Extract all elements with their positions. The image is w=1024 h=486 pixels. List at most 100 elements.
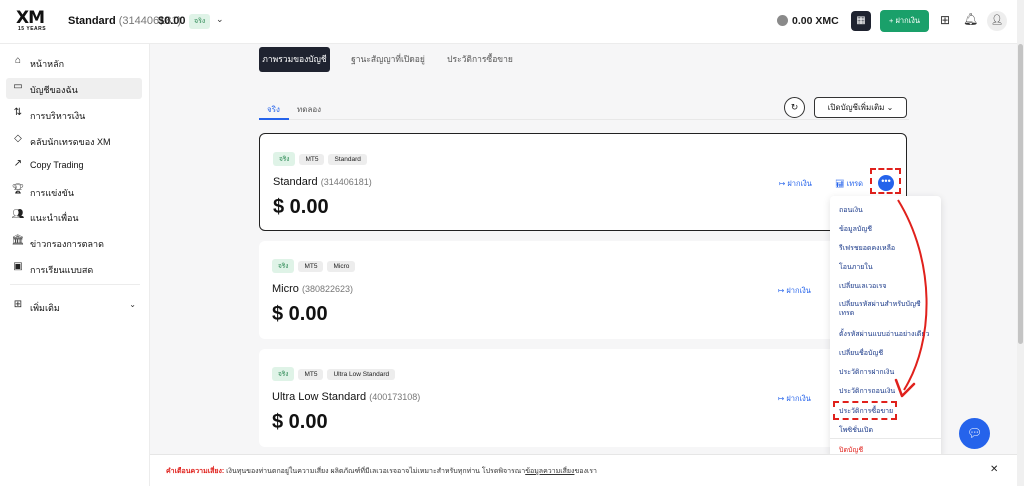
account-name: Micro (380822623)	[272, 283, 353, 295]
close-icon[interactable]: ✕	[990, 464, 998, 475]
risk-warning-suffix: ของเรา	[574, 468, 597, 475]
sidebar-item-competitions[interactable]: 🏆︎ การแข่งขัน	[6, 181, 142, 202]
sidebar-item-home[interactable]: ⌂ หน้าหลัก	[6, 52, 142, 73]
tab-trade-history[interactable]: ประวัติการซื้อขาย	[445, 47, 515, 72]
user-avatar[interactable]: 👤︎	[987, 11, 1007, 31]
home-icon: ⌂	[14, 55, 22, 66]
tag-platform: MT5	[298, 261, 324, 272]
grid-icon: ⊞	[13, 299, 23, 310]
refresh-button[interactable]: ↻	[784, 97, 805, 118]
sidebar-item-label: การแข่งขัน	[30, 188, 74, 198]
users-icon: 👥︎	[11, 209, 25, 220]
tag-account-type: Micro	[327, 261, 356, 272]
account-tags: จริง MT5 Standard	[273, 152, 371, 166]
account-card[interactable]: จริง MT5 Standard Standard (314406181) $ 0…	[259, 133, 907, 231]
account-balance: $ 0.00	[272, 411, 328, 433]
bank-icon: 🏛︎	[11, 235, 25, 246]
account-balance: $ 0.00	[272, 303, 328, 325]
account-number: (380822623)	[301, 284, 353, 294]
sidebar-item-label: ข่าวกรองการตลาด	[30, 239, 104, 249]
tag-real: จริง	[272, 367, 295, 381]
account-name: Ultra Low Standard (400173108)	[272, 391, 420, 403]
top-bar: XM 15 YEARS Standard (314406181) $0.00 จ…	[0, 0, 1017, 44]
sidebar-item-money-management[interactable]: ⇅ การบริหารเงิน	[6, 104, 142, 125]
sidebar-item-label: คลับนักเทรดของ XM	[30, 137, 111, 147]
sidebar-item-refer-friend[interactable]: 👥︎ แนะนำเพื่อน	[6, 206, 142, 227]
account-card[interactable]: จริง MT5 Ultra Low Standard Ultra Low Stan…	[259, 349, 907, 447]
xm-logo[interactable]: XM 15 YEARS	[16, 8, 50, 34]
deposit-label: ฝากเงิน	[786, 394, 811, 403]
open-additional-account-button[interactable]: เปิดบัญชีเพิ่มเติม ⌄	[814, 97, 907, 118]
risk-info-link[interactable]: ข้อมูลความเสี่ยง	[525, 468, 574, 475]
apps-grid-icon[interactable]: ⊞	[940, 13, 950, 27]
annotation-arrow-line	[897, 199, 928, 391]
sidebar-divider	[10, 284, 140, 285]
sidebar-item-more[interactable]: ⊞ เพิ่มเติม ⌄	[6, 296, 142, 317]
account-number: (314406181)	[320, 177, 372, 187]
logo-text: XM	[16, 8, 45, 28]
chat-bubble-icon: 💬︎	[966, 426, 983, 440]
subtab-real[interactable]: จริง	[267, 103, 280, 116]
risk-warning-banner: คำเตือนความเสี่ยง: เงินทุนของท่านตกอยู่ใ…	[150, 454, 1017, 486]
bell-icon[interactable]: 🔔︎	[963, 12, 978, 26]
tag-platform: MT5	[299, 154, 325, 165]
account-balance: $ 0.00	[273, 196, 329, 218]
trophy-icon: 🏆︎	[11, 184, 25, 195]
sidebar-item-copy-trading[interactable]: ↗ Copy Trading	[6, 155, 142, 176]
real-badge: จริง	[189, 14, 211, 29]
tag-real: จริง	[273, 152, 296, 166]
deposit-button[interactable]: + ฝากเงิน	[880, 10, 929, 32]
risk-warning-body: เงินทุนของท่านตกอยู่ในความเสี่ยง ผลิตภัณ…	[224, 468, 526, 475]
trend-up-icon: ↗	[13, 158, 23, 169]
sidebar-item-market-intelligence[interactable]: 🏛︎ ข่าวกรองการตลาด	[6, 232, 142, 253]
card-trade-link[interactable]: 📊︎ เทรด	[835, 178, 863, 190]
chart-icon: 📊︎	[835, 179, 845, 188]
open-account-label: เปิดบัญชีเพิ่มเติม	[827, 103, 885, 112]
tag-account-type: Ultra Low Standard	[327, 369, 396, 380]
transfer-arrows-icon: ⇅	[13, 107, 23, 118]
sidebar-item-my-accounts[interactable]: ▭ บัญชีของฉัน	[6, 78, 142, 99]
menu-item-open-positions[interactable]: โพซิชั่นเปิด	[839, 426, 934, 435]
qr-code-button[interactable]: ▦	[851, 11, 871, 31]
subtab-divider	[259, 119, 909, 120]
account-name-text: Standard	[273, 176, 318, 188]
subtab-demo[interactable]: ทดลอง	[297, 103, 321, 116]
sidebar-item-label: แนะนำเพื่อน	[30, 213, 79, 223]
deposit-arrow-icon: ↦	[778, 286, 785, 295]
chat-support-button[interactable]: 💬︎	[959, 418, 990, 449]
tab-open-positions[interactable]: ฐานะสัญญาที่เปิดอยู่	[344, 47, 432, 72]
sidebar-item-trader-club[interactable]: ◇ คลับนักเทรดของ XM	[6, 130, 142, 151]
card-deposit-link[interactable]: ↦ ฝากเงิน	[778, 285, 811, 297]
deposit-label: ฝากเงิน	[787, 179, 812, 188]
sidebar-item-label: บัญชีของฉัน	[30, 85, 78, 95]
chevron-down-icon: ⌄	[129, 300, 136, 309]
account-tags: จริง MT5 Micro	[272, 259, 359, 273]
scrollbar-thumb[interactable]	[1018, 44, 1023, 344]
card-deposit-link[interactable]: ↦ ฝากเงิน	[778, 393, 811, 405]
risk-warning-label: คำเตือนความเสี่ยง:	[166, 468, 225, 475]
diamond-icon: ◇	[14, 133, 22, 144]
deposit-label: ฝากเงิน	[786, 286, 811, 295]
sidebar-item-label: เพิ่มเติม	[30, 303, 60, 313]
account-card[interactable]: จริง MT5 Micro Micro (380822623) $ 0.00 ↦ …	[259, 241, 907, 339]
tag-platform: MT5	[298, 369, 324, 380]
annotation-arrow	[894, 199, 928, 398]
sidebar-item-label: การเรียนแบบสด	[30, 265, 94, 275]
account-name-text: Micro	[272, 283, 299, 295]
tab-account-overview[interactable]: ภาพรวมของบัญชี	[259, 47, 330, 72]
account-balance: $0.00	[158, 15, 186, 27]
menu-divider	[830, 438, 941, 439]
tag-real: จริง	[272, 259, 295, 273]
sidebar-item-label: หน้าหลัก	[30, 59, 65, 69]
risk-warning-text: คำเตือนความเสี่ยง: เงินทุนของท่านตกอยู่ใ…	[166, 466, 597, 477]
sidebar-item-label: การบริหารเงิน	[30, 111, 86, 121]
chevron-down-icon[interactable]: ⌄	[216, 14, 224, 25]
account-number: (400173108)	[369, 392, 421, 402]
deposit-arrow-icon: ↦	[778, 394, 785, 403]
trade-label: เทรด	[846, 179, 864, 188]
sidebar-item-live-learning[interactable]: ▣ การเรียนแบบสด	[6, 258, 142, 279]
account-tags: จริง MT5 Ultra Low Standard	[272, 367, 399, 381]
card-deposit-link[interactable]: ↦ ฝากเงิน	[779, 178, 812, 190]
xmc-balance: 0.00 XMC	[792, 15, 839, 27]
tag-account-type: Standard	[328, 154, 367, 165]
